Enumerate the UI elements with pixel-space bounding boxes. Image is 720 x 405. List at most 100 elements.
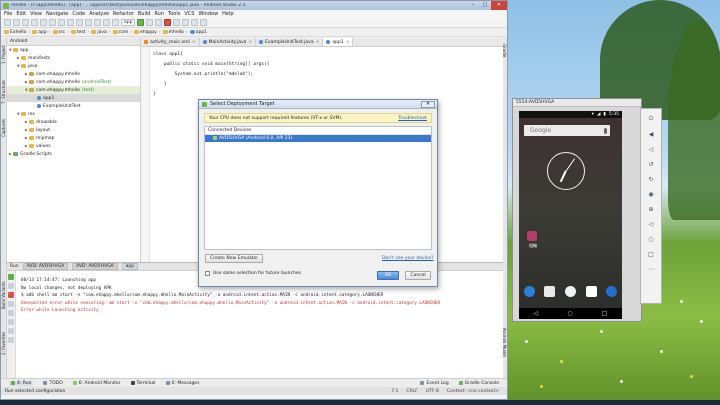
menu-refactor[interactable]: Refactor (113, 11, 134, 17)
tree-item-package-androidtest[interactable]: ▶ com.ehappy.mhello (androidTest) (7, 78, 140, 86)
ok-button[interactable]: OK (377, 271, 399, 280)
rotate-right-icon[interactable]: ↻ (646, 174, 656, 184)
troubleshoot-link[interactable]: Troubleshoot (398, 116, 427, 121)
tree-item-mipmap[interactable]: ▶ mipmap (7, 134, 140, 142)
back-icon[interactable]: ◁ (534, 310, 539, 317)
copy-icon[interactable] (58, 19, 65, 26)
pin-tab-icon[interactable] (8, 310, 14, 316)
tree-item-package[interactable]: ▶ com.ehappy.mhello (7, 70, 140, 78)
checkbox-box[interactable] (205, 271, 210, 276)
browser-app-icon[interactable] (606, 285, 618, 297)
breadcrumb-item[interactable]: test › (70, 30, 91, 35)
menu-analyze[interactable]: Analyze (89, 11, 109, 17)
tree-item-gradle-scripts[interactable]: ▶ Gradle Scripts (7, 150, 140, 158)
bottom-tab-todo[interactable]: TODO (43, 381, 63, 386)
cut-icon[interactable] (49, 19, 56, 26)
stop-icon[interactable] (8, 283, 14, 289)
menu-run[interactable]: Run (154, 11, 164, 17)
tree-item-exampleunittest[interactable]: ExampleUnitTest (7, 102, 140, 110)
bottom-tab-gradle-console[interactable]: Gradle Console (458, 381, 499, 386)
menu-build[interactable]: Build (138, 11, 151, 17)
run-icon[interactable] (137, 19, 145, 26)
tab-mainactivity[interactable]: MainActivity.java × (200, 38, 257, 46)
close-tab-icon[interactable]: × (346, 40, 350, 45)
caret-position[interactable]: 7:1 (391, 389, 398, 394)
mic-icon[interactable] (604, 127, 607, 134)
open-folder-icon[interactable] (4, 19, 11, 26)
bottom-tab-terminal[interactable]: Terminal (130, 381, 156, 386)
debug-icon[interactable] (146, 19, 154, 26)
breadcrumb-item[interactable]: java › (91, 30, 112, 35)
tab-app1[interactable]: app1 × (323, 38, 354, 46)
menu-edit[interactable]: Edit (16, 11, 26, 17)
redo-icon[interactable] (40, 19, 47, 26)
avd-manager-icon[interactable] (173, 19, 181, 26)
find-icon[interactable] (76, 19, 83, 26)
recents-icon[interactable]: □ (602, 310, 608, 317)
dont-see-device-link[interactable]: Don't see your device? (382, 256, 434, 261)
help-icon[interactable] (8, 337, 14, 343)
breadcrumb-item[interactable]: com › (112, 30, 134, 35)
volume-down-icon[interactable]: ◁ (646, 144, 656, 154)
menu-vcs[interactable]: VCS (184, 11, 194, 17)
breadcrumb-item[interactable]: src › (52, 30, 71, 35)
screenshot-icon[interactable]: ◉ (646, 189, 656, 199)
menu-code[interactable]: Code (72, 11, 85, 17)
google-search-widget[interactable]: Google (524, 125, 610, 136)
menu-navigate[interactable]: Navigate (46, 11, 68, 17)
power-icon[interactable]: ⏻ (646, 114, 656, 124)
run-tab-app[interactable]: app (121, 263, 139, 270)
tree-item-app[interactable]: ▼ app (7, 46, 140, 54)
tree-item-package-test[interactable]: ▼ com.ehappy.mhello (test) (7, 86, 140, 94)
phone-home-screen[interactable]: Google 相機 (519, 118, 622, 308)
back-icon[interactable] (94, 19, 101, 26)
run-tab-avd[interactable]: AVD: AVD5HVGA (22, 263, 69, 270)
menu-window[interactable]: Window (198, 11, 218, 17)
stop-process-icon[interactable] (8, 292, 14, 298)
make-project-icon[interactable] (112, 19, 119, 26)
file-encoding[interactable]: UTF-8 (426, 389, 439, 394)
breadcrumb-item[interactable]: mhello › (162, 30, 190, 35)
breadcrumb-item[interactable]: app › (32, 30, 52, 35)
analog-clock-widget[interactable] (547, 152, 585, 190)
maximize-button[interactable]: □ (479, 1, 491, 10)
rotate-left-icon[interactable]: ↺ (646, 159, 656, 169)
back-icon[interactable]: ◁ (646, 219, 656, 229)
tab-exampleunittest[interactable]: ExampleUnitTest.java × (256, 38, 324, 46)
overview-icon[interactable]: □ (646, 249, 656, 259)
menu-tools[interactable]: Tools (168, 11, 180, 17)
replace-icon[interactable] (85, 19, 92, 26)
run-tab-avd-2[interactable]: AVD: AVD5HVGA (72, 263, 118, 270)
all-apps-icon[interactable] (564, 285, 576, 297)
paste-icon[interactable] (67, 19, 74, 26)
volume-up-icon[interactable]: ◀ (646, 129, 656, 139)
code-area[interactable]: class app1{ public static void main(Stri… (153, 50, 270, 100)
project-view-selector[interactable]: Android (7, 38, 140, 46)
camera-app-icon[interactable] (527, 231, 537, 241)
forward-icon[interactable] (103, 19, 110, 26)
device-row[interactable]: AVD5HVGA (Android 6.0, API 23) (205, 135, 431, 142)
breadcrumb-item[interactable]: Exhello › (4, 30, 32, 35)
more-icon[interactable]: ⋯ (646, 264, 656, 274)
breadcrumb-item[interactable]: app1 (189, 30, 207, 35)
line-separator[interactable]: CRLF (406, 389, 417, 394)
tree-item-drawable[interactable]: ▶ drawable (7, 118, 140, 126)
close-tab-icon[interactable]: × (316, 40, 320, 45)
tree-item-java[interactable]: ▼ java (7, 62, 140, 70)
home-icon[interactable]: ○ (646, 234, 656, 244)
close-icon[interactable] (8, 328, 14, 334)
close-tab-icon[interactable]: × (248, 40, 252, 45)
close-tab-icon[interactable]: × (192, 40, 196, 45)
close-button[interactable]: ✕ (491, 1, 507, 10)
messaging-app-icon[interactable] (585, 285, 597, 297)
same-selection-checkbox[interactable]: Use same selection for future launches (205, 271, 301, 276)
tree-item-manifests[interactable]: ▶ manifests (7, 54, 140, 62)
tree-item-app1[interactable]: app1 (7, 94, 140, 102)
minimize-button[interactable]: – (467, 1, 479, 10)
attach-debugger-icon[interactable] (155, 19, 163, 26)
android-device-monitor-icon[interactable] (191, 19, 199, 26)
create-new-emulator-button[interactable]: Create New Emulator (205, 254, 264, 263)
tree-item-res[interactable]: ▼ res (7, 110, 140, 118)
menu-help[interactable]: Help (222, 11, 233, 17)
settings-icon[interactable] (8, 319, 14, 325)
